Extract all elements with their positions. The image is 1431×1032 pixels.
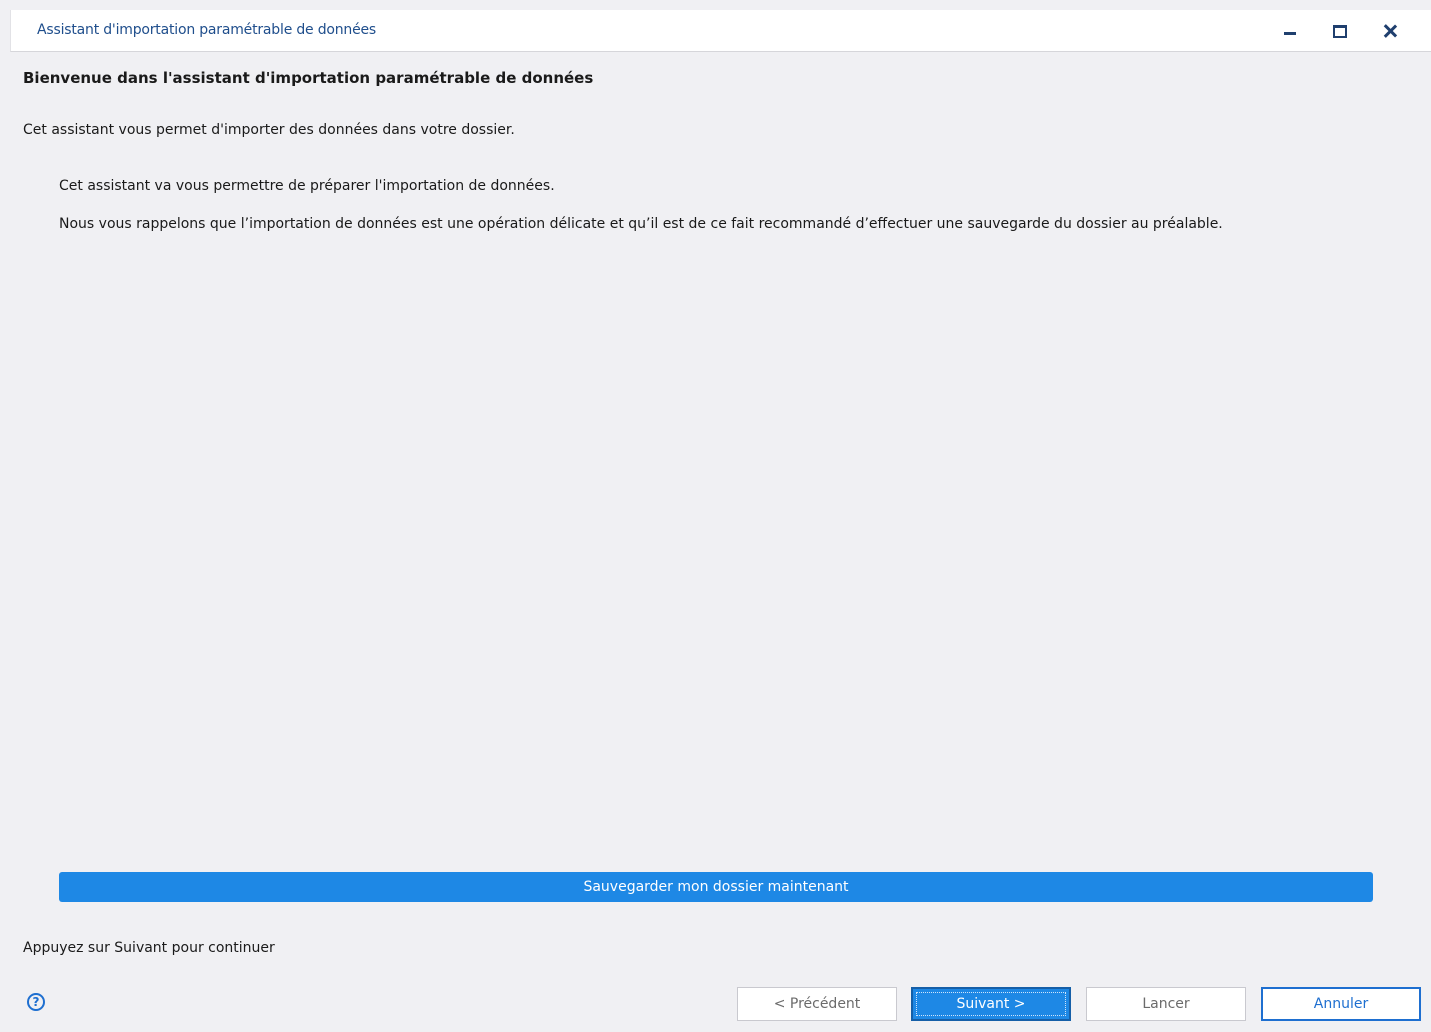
cancel-button[interactable]: Annuler — [1261, 987, 1421, 1021]
description-text: Cet assistant va vous permettre de prépa… — [59, 178, 555, 194]
wizard-window: Assistant d'importation paramétrable de … — [0, 0, 1431, 1032]
intro-text: Cet assistant vous permet d'importer des… — [23, 122, 515, 138]
launch-button[interactable]: Lancer — [1086, 987, 1246, 1021]
previous-button[interactable]: < Précédent — [737, 987, 897, 1021]
focus-ring — [916, 992, 1066, 1016]
launch-button-label: Lancer — [1142, 996, 1190, 1012]
backup-now-button[interactable]: Sauvegarder mon dossier maintenant — [59, 872, 1373, 902]
maximize-button[interactable] — [1323, 16, 1357, 46]
window-title: Assistant d'importation paramétrable de … — [37, 22, 377, 38]
cancel-button-label: Annuler — [1313, 996, 1369, 1012]
previous-button-label: < Précédent — [773, 996, 861, 1012]
maximize-icon — [1333, 24, 1347, 38]
minimize-button[interactable] — [1273, 16, 1307, 46]
title-bar: Assistant d'importation paramétrable de … — [10, 10, 1431, 52]
close-icon — [1383, 24, 1397, 38]
help-icon[interactable]: ? — [27, 993, 45, 1011]
next-button[interactable]: Suivant > — [911, 987, 1071, 1021]
page-title: Bienvenue dans l'assistant d'importation… — [23, 69, 594, 87]
continue-hint: Appuyez sur Suivant pour continuer — [23, 940, 275, 956]
close-button[interactable] — [1373, 16, 1407, 46]
warning-text: Nous vous rappelons que l’importation de… — [59, 216, 1223, 232]
minimize-icon — [1284, 31, 1296, 35]
